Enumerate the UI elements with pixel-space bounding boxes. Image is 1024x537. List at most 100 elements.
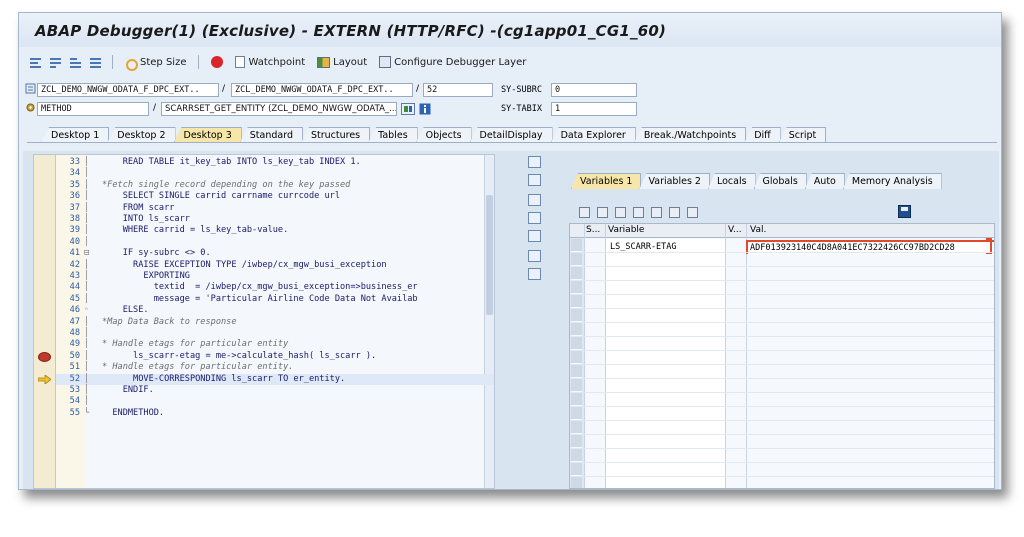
program-field[interactable]: ZCL_DEMO_NWGW_ODATA_F_DPC_EXT.. bbox=[37, 83, 219, 97]
code-line[interactable]: 40 │ bbox=[56, 237, 494, 248]
delete-icon[interactable] bbox=[579, 206, 590, 218]
row-selector[interactable] bbox=[571, 365, 582, 378]
code-line[interactable]: 45 │ message = 'Particular Airline Code D… bbox=[56, 294, 494, 305]
tab-globals[interactable]: Globals bbox=[753, 173, 807, 189]
row-selector[interactable] bbox=[571, 407, 582, 420]
sy-tabix-field[interactable]: 1 bbox=[551, 102, 637, 116]
code-line[interactable]: 39 │ WHERE carrid = ls_key_tab-value. bbox=[56, 225, 494, 236]
row-selector[interactable] bbox=[571, 323, 582, 336]
code-line[interactable]: 53 │ ENDIF. bbox=[56, 385, 494, 396]
breakpoint-button[interactable] bbox=[208, 56, 226, 68]
close-tool-icon[interactable] bbox=[528, 156, 541, 168]
code-line[interactable]: 42 │ RAISE EXCEPTION TYPE /iwbep/cx_mgw_b… bbox=[56, 260, 494, 271]
code-line[interactable]: 47 │ *Map Data Back to response bbox=[56, 317, 494, 328]
row-selector[interactable] bbox=[571, 463, 582, 476]
code-line[interactable]: 50 │ ls_scarr-etag = me->calculate_hash( … bbox=[56, 351, 494, 362]
tab-desktop-1[interactable]: Desktop 1 bbox=[41, 127, 110, 143]
code-line[interactable]: 49 │ * Handle etags for particular entity bbox=[56, 339, 494, 350]
tab-data-explorer[interactable]: Data Explorer bbox=[550, 127, 636, 143]
settings-icon[interactable] bbox=[687, 206, 698, 218]
row-selector[interactable] bbox=[571, 295, 582, 308]
tab-objects[interactable]: Objects bbox=[415, 127, 472, 143]
code-line[interactable]: 35 │ *Fetch single record depending on the… bbox=[56, 180, 494, 191]
row-selector[interactable] bbox=[571, 281, 582, 294]
variable-name-cell[interactable]: LS_SCARR-ETAG bbox=[610, 242, 677, 252]
tab-structures[interactable]: Structures bbox=[300, 127, 371, 143]
row-selector[interactable] bbox=[571, 421, 582, 434]
continue-icon[interactable] bbox=[89, 56, 103, 68]
step-over-icon[interactable] bbox=[49, 56, 63, 68]
row-selector[interactable] bbox=[571, 435, 582, 448]
code-line[interactable]: 51 │ * Handle etags for particular entity. bbox=[56, 362, 494, 373]
maximize-tool-icon[interactable] bbox=[528, 212, 541, 224]
code-line[interactable]: 34 │ bbox=[56, 168, 494, 179]
tab-locals[interactable]: Locals bbox=[707, 173, 756, 189]
tab-detaildisplay[interactable]: DetailDisplay bbox=[469, 127, 553, 143]
event-type-field[interactable]: METHOD bbox=[37, 102, 149, 116]
services-tool-icon[interactable] bbox=[528, 230, 541, 242]
source-code-editor[interactable]: 33 │ READ TABLE it_key_tab INTO ls_key_ta… bbox=[33, 154, 495, 489]
tab-diff[interactable]: Diff bbox=[744, 127, 781, 143]
column-header-view[interactable]: V... bbox=[728, 225, 742, 235]
row-selector[interactable] bbox=[571, 337, 582, 350]
code-line[interactable]: 43 │ EXPORTING bbox=[56, 271, 494, 282]
column-header-status[interactable]: S... bbox=[586, 225, 600, 235]
settings-tool-icon[interactable] bbox=[528, 268, 541, 280]
breakpoint-icon[interactable] bbox=[38, 351, 51, 362]
step-into-icon[interactable] bbox=[29, 56, 43, 68]
configure-debugger-layer-button[interactable]: Configure Debugger Layer bbox=[376, 56, 529, 68]
row-selector[interactable] bbox=[571, 393, 582, 406]
include-field[interactable]: ZCL_DEMO_NWGW_ODATA_F_DPC_EXT.. bbox=[231, 83, 413, 97]
row-selector[interactable] bbox=[571, 253, 582, 266]
code-line[interactable]: 48 │ bbox=[56, 328, 494, 339]
code-line[interactable]: 37 │ FROM scarr bbox=[56, 203, 494, 214]
row-selector[interactable] bbox=[571, 239, 582, 252]
replace-tool-icon[interactable] bbox=[528, 194, 541, 206]
row-selector[interactable] bbox=[571, 309, 582, 322]
append-icon[interactable] bbox=[615, 206, 626, 218]
breakpoint-gutter[interactable] bbox=[34, 155, 56, 488]
code-line[interactable]: 41 ⊟ IF sy-subrc <> 0. bbox=[56, 248, 494, 259]
code-line[interactable]: 44 │ textid = /iwbep/cx_mgw_busi_exceptio… bbox=[56, 282, 494, 293]
swap-tool-icon[interactable] bbox=[528, 250, 541, 262]
code-line[interactable]: 55 └ ENDMETHOD. bbox=[56, 408, 494, 419]
watchpoint-button[interactable]: Watchpoint bbox=[232, 56, 308, 68]
tab-variables-2[interactable]: Variables 2 bbox=[639, 173, 710, 189]
tab-desktop-2[interactable]: Desktop 2 bbox=[107, 127, 176, 143]
code-line[interactable]: 52 │ MOVE-CORRESPONDING ls_scarr TO er_en… bbox=[56, 373, 494, 385]
new-tool-icon[interactable] bbox=[528, 174, 541, 186]
save-icon[interactable] bbox=[898, 205, 911, 218]
row-selector[interactable] bbox=[571, 477, 582, 488]
filter-icon[interactable] bbox=[669, 206, 680, 218]
remove-all-icon[interactable] bbox=[633, 206, 644, 218]
sy-subrc-field[interactable]: 0 bbox=[551, 83, 637, 97]
tab-variables-1[interactable]: Variables 1 bbox=[571, 173, 642, 189]
code-line[interactable]: 36 │ SELECT SINGLE carrid carrname currco… bbox=[56, 191, 494, 202]
code-line[interactable]: 54 │ bbox=[56, 396, 494, 407]
sort-icon[interactable] bbox=[651, 206, 662, 218]
tab-memory-analysis[interactable]: Memory Analysis bbox=[842, 173, 942, 189]
event-name-field[interactable]: SCARRSET_GET_ENTITY (ZCL_DEMO_NWGW_ODATA… bbox=[161, 102, 397, 116]
tab-standard[interactable]: Standard bbox=[239, 127, 303, 143]
info-icon[interactable] bbox=[419, 103, 431, 115]
tab-auto[interactable]: Auto bbox=[804, 173, 845, 189]
step-return-icon[interactable] bbox=[69, 56, 83, 68]
layout-button[interactable]: Layout bbox=[314, 56, 370, 68]
step-size-button[interactable]: Step Size bbox=[122, 56, 189, 71]
column-header-value[interactable]: Val. bbox=[750, 225, 766, 235]
code-line[interactable]: 33 │ READ TABLE it_key_tab INTO ls_key_ta… bbox=[56, 157, 494, 168]
navigate-source-icon[interactable] bbox=[401, 103, 415, 115]
code-line[interactable]: 46 ◦ ELSE. bbox=[56, 305, 494, 316]
column-header-variable[interactable]: Variable bbox=[608, 225, 644, 235]
tab-script[interactable]: Script bbox=[778, 127, 827, 143]
row-selector[interactable] bbox=[571, 449, 582, 462]
code-line[interactable]: 38 │ INTO ls_scarr bbox=[56, 214, 494, 225]
tab-break-watchpoints[interactable]: Break./Watchpoints bbox=[633, 127, 747, 143]
tab-desktop-3[interactable]: Desktop 3 bbox=[173, 127, 242, 143]
tab-tables[interactable]: Tables bbox=[368, 127, 418, 143]
row-selector[interactable] bbox=[571, 267, 582, 280]
row-selector[interactable] bbox=[571, 379, 582, 392]
fold-marker[interactable]: ⊟ bbox=[84, 248, 102, 259]
line-number-field[interactable]: 52 bbox=[423, 83, 493, 97]
row-selector[interactable] bbox=[571, 351, 582, 364]
